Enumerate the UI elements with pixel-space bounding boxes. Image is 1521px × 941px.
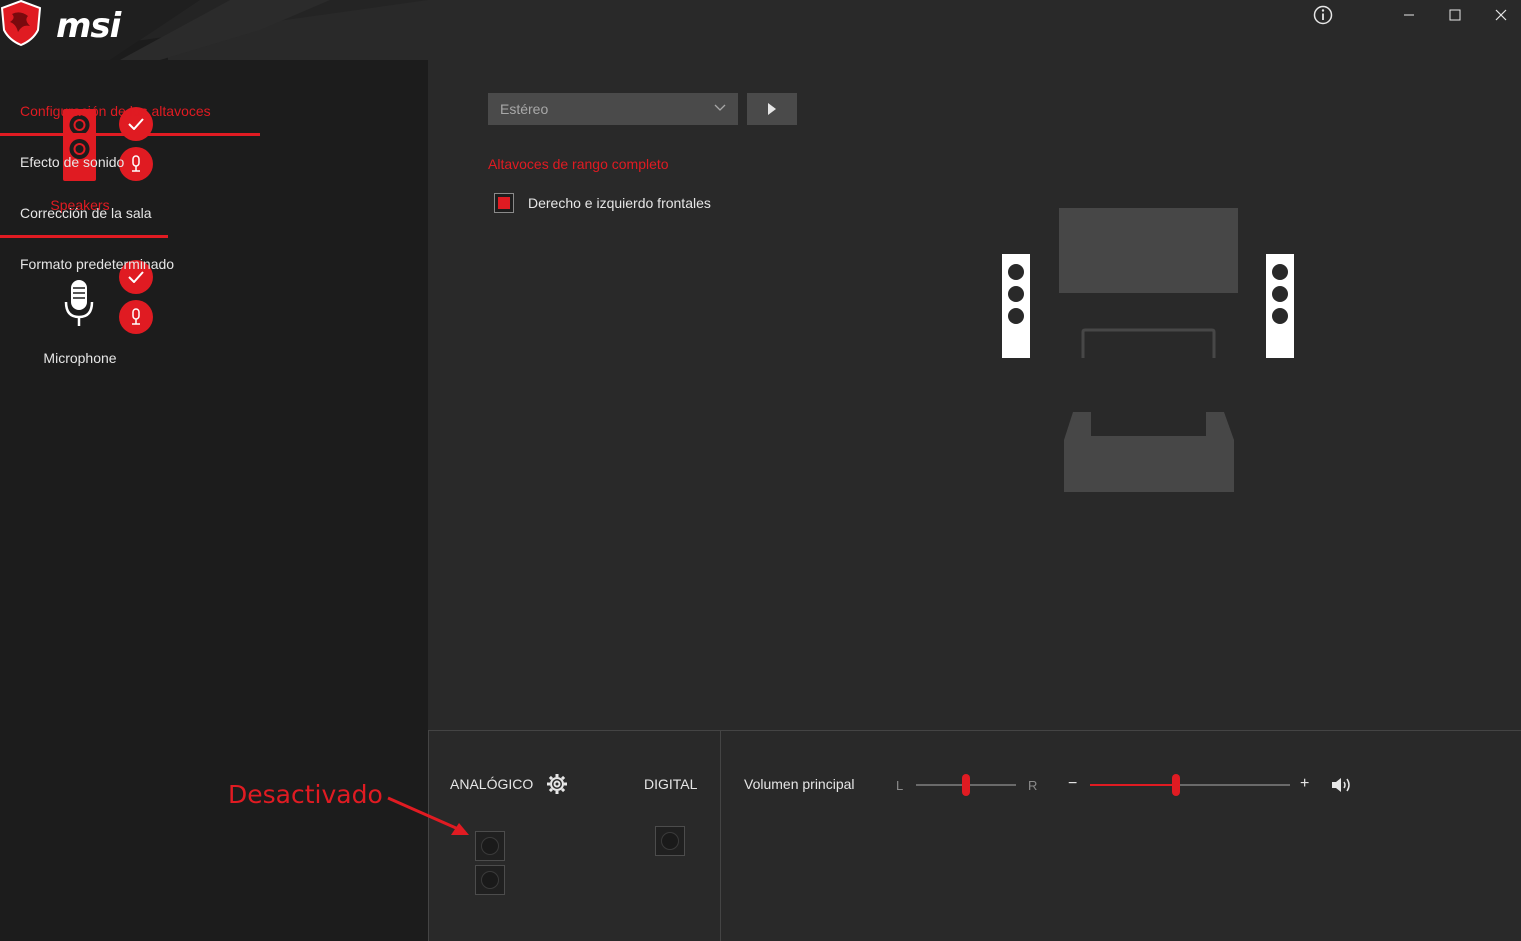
front-left-right-label: Derecho e izquierdo frontales (528, 195, 711, 211)
right-speaker-icon (1266, 254, 1294, 358)
checkbox-checked-indicator (498, 197, 510, 209)
jack-port-icon (481, 837, 499, 855)
full-range-speakers-title: Altavoces de rango completo (488, 156, 669, 172)
bottom-mid-divider (720, 731, 721, 941)
info-button[interactable] (1300, 0, 1346, 30)
msi-logo-text: msi (56, 6, 121, 46)
speaker-layout-dropdown[interactable]: Estéreo (488, 93, 738, 125)
volume-increase-button[interactable]: + (1300, 775, 1309, 793)
chevron-down-icon (714, 104, 726, 111)
microphone-small-icon (132, 308, 140, 325)
logo-bar: msi (0, 0, 428, 60)
volume-decrease-button[interactable]: − (1068, 775, 1077, 793)
front-left-right-checkbox[interactable] (494, 193, 514, 213)
info-icon (1313, 5, 1333, 25)
menu-item-room-correction[interactable]: Corrección de la sala (0, 188, 260, 238)
sofa-shape (1064, 412, 1234, 492)
balance-slider-thumb[interactable] (962, 774, 970, 796)
test-play-button[interactable] (747, 93, 797, 125)
play-icon (768, 103, 776, 115)
table-shape (1081, 328, 1216, 358)
menu-item-speaker-configuration[interactable]: Configuración de los altavoces (0, 86, 260, 136)
msi-dragon-shield-icon (0, 0, 42, 46)
volume-slider-fill (1090, 784, 1176, 786)
close-icon (1495, 9, 1507, 21)
analog-label: ANALÓGICO (450, 776, 534, 792)
maximize-button[interactable] (1432, 0, 1478, 30)
maximize-icon (1449, 9, 1461, 21)
speaker-volume-icon[interactable] (1331, 776, 1353, 794)
balance-left-label: L (896, 778, 904, 793)
device-label-microphone: Microphone (43, 350, 117, 366)
front-left-right-option: Derecho e izquierdo frontales (494, 192, 711, 214)
minimize-button[interactable] (1386, 0, 1432, 30)
menu-item-default-format[interactable]: Formato predeterminado (0, 239, 260, 289)
minimize-icon (1404, 14, 1414, 16)
annotation-arrow-icon (387, 796, 469, 835)
gear-icon[interactable] (546, 773, 568, 795)
volume-slider-thumb[interactable] (1172, 774, 1180, 796)
master-volume-label: Volumen principal (744, 776, 855, 792)
bottom-panel (428, 730, 1521, 941)
jack-port-icon (481, 871, 499, 889)
digital-label: DIGITAL (644, 776, 698, 792)
speaker-layout-value: Estéreo (500, 101, 549, 117)
balance-right-label: R (1028, 778, 1038, 793)
microphone-mic-badge[interactable] (119, 300, 153, 334)
tv-screen-shape (1059, 208, 1238, 293)
close-button[interactable] (1478, 0, 1521, 30)
digital-jack[interactable] (655, 826, 685, 856)
analog-jack-1[interactable] (475, 831, 505, 861)
room-speaker-illustration (1002, 208, 1294, 492)
jack-port-icon (661, 832, 679, 850)
analog-jack-2[interactable] (475, 865, 505, 895)
disabled-annotation: Desactivado (228, 780, 383, 809)
menu-item-sound-effect[interactable]: Efecto de sonido (0, 137, 260, 187)
left-speaker-icon (1002, 254, 1030, 358)
